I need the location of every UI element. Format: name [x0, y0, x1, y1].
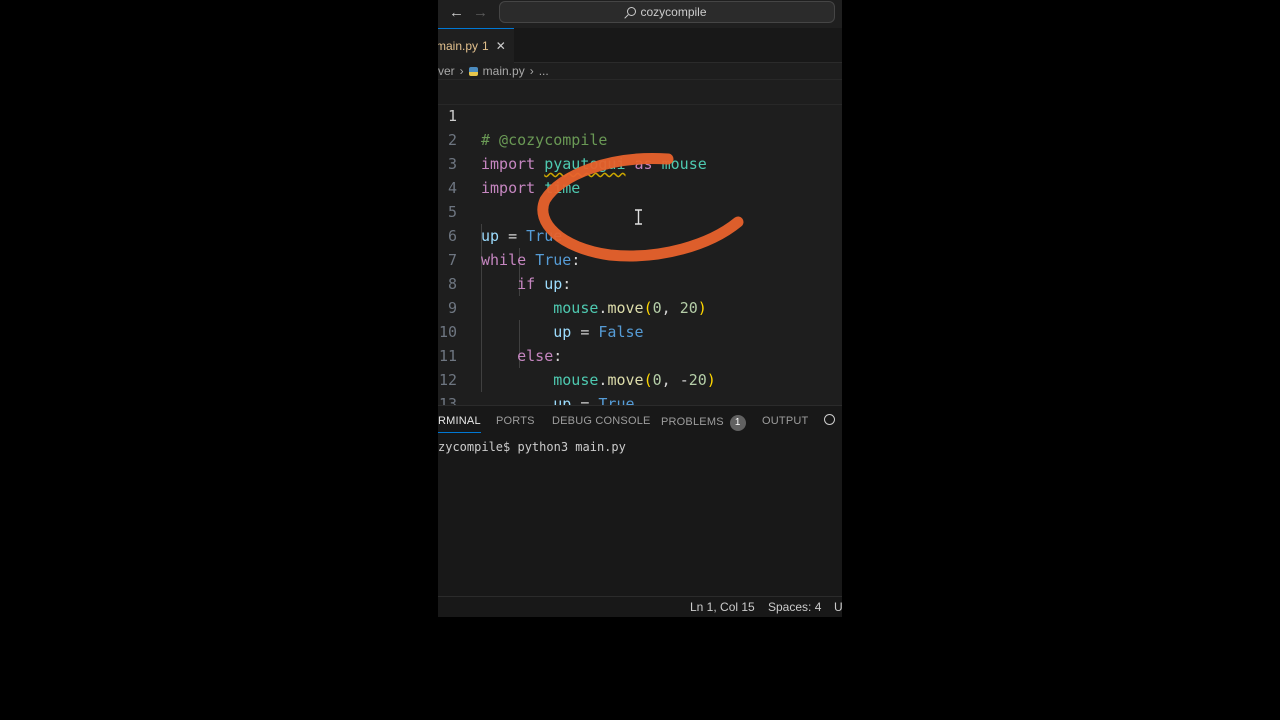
tab-output[interactable]: OUTPUT	[762, 415, 808, 427]
code-line[interactable]: 2 import pyautogui as mouse	[438, 104, 842, 173]
tab-terminal[interactable]: RMINAL	[438, 415, 481, 433]
tab-problems[interactable]: PROBLEMS 1	[661, 415, 746, 431]
terminal[interactable]: zycompile$ python3 main.py	[438, 436, 842, 596]
tab-problem-count: 1	[482, 39, 489, 53]
search-icon	[627, 6, 637, 16]
code-line[interactable]: 1 # @cozycompile	[438, 79, 842, 149]
code-line[interactable]: 10 else:	[438, 296, 842, 365]
close-icon[interactable]: ✕	[496, 39, 506, 53]
vscode-window: ← → cozycompile main.py 1 ✕ ver › main.p…	[438, 0, 842, 617]
tab-label: main.py	[438, 39, 479, 53]
code-editor[interactable]: 1 # @cozycompile 2 import pyautogui as m…	[438, 79, 842, 437]
cursor-position[interactable]: Ln 1, Col 15	[690, 600, 755, 614]
encoding-status[interactable]: U	[834, 600, 842, 614]
indentation-status[interactable]: Spaces: 4	[768, 600, 821, 614]
more-actions-icon[interactable]	[824, 414, 835, 425]
breadcrumb-file[interactable]: main.py	[483, 64, 525, 78]
chevron-right-icon: ›	[459, 64, 464, 78]
code-line[interactable]: 4	[438, 152, 842, 197]
code-line[interactable]: 13 time.sleep(5)	[438, 368, 842, 437]
tab-main-py[interactable]: main.py 1 ✕	[438, 28, 514, 63]
code-line[interactable]: 5 up = True	[438, 176, 842, 245]
status-bar: Ln 1, Col 15 Spaces: 4 U	[438, 596, 842, 617]
tab-debug-console[interactable]: DEBUG CONSOLE	[552, 415, 651, 427]
tab-ports[interactable]: PORTS	[496, 415, 535, 427]
code-line[interactable]: 11 mouse.move(0, -20)	[438, 320, 842, 389]
command-center-search[interactable]: cozycompile	[499, 1, 835, 23]
command-center-label: cozycompile	[640, 5, 707, 19]
code-line[interactable]: 6 while True:	[438, 200, 842, 269]
code-line[interactable]: 9 up = False	[438, 272, 842, 341]
panel-tab-bar: RMINAL PORTS DEBUG CONSOLE PROBLEMS 1 OUT…	[438, 405, 842, 436]
arrow-right-icon[interactable]: →	[473, 4, 488, 21]
code-line[interactable]: 12 up = True	[438, 344, 842, 413]
terminal-line: zycompile$ python3 main.py	[438, 440, 626, 454]
breadcrumb: ver › main.py › ...	[438, 62, 549, 80]
code-line[interactable]: 8 mouse.move(0, 20)	[438, 248, 842, 317]
editor-tab-bar: main.py 1 ✕	[438, 28, 842, 63]
tab-problems-label: PROBLEMS	[661, 416, 724, 428]
problems-count-badge: 1	[729, 415, 746, 431]
breadcrumb-folder[interactable]: ver	[438, 64, 455, 78]
breadcrumb-more[interactable]: ...	[539, 64, 549, 78]
python-file-icon	[468, 66, 478, 76]
title-bar: ← → cozycompile	[438, 0, 842, 28]
code-line[interactable]: 7 if up:	[438, 224, 842, 293]
chevron-right-icon: ›	[529, 64, 534, 78]
arrow-left-icon[interactable]: ←	[449, 4, 464, 21]
code-line[interactable]: 3 import time	[438, 128, 842, 197]
